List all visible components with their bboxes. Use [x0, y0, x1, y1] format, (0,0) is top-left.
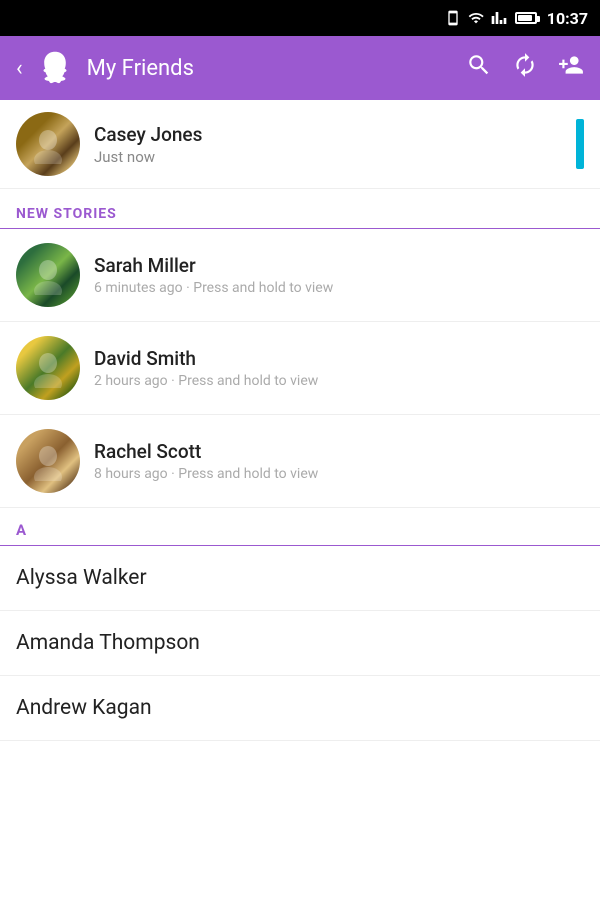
- snapchat-ghost-icon: [37, 50, 73, 86]
- friend-row-alyssa[interactable]: Alyssa Walker: [0, 546, 600, 611]
- search-icon[interactable]: [466, 52, 492, 84]
- snap-indicator: [576, 119, 584, 169]
- add-friend-icon[interactable]: [558, 52, 584, 84]
- toolbar-actions: [466, 52, 584, 84]
- avatar-david: [16, 336, 80, 400]
- new-stories-label: NEW STORIES: [16, 206, 117, 222]
- friend-row-amanda[interactable]: Amanda Thompson: [0, 611, 600, 676]
- alpha-header-a: A: [0, 508, 600, 546]
- story-name-david: David Smith: [94, 347, 584, 370]
- recent-snap-row[interactable]: Casey Jones Just now: [0, 100, 600, 189]
- status-bar: 10:37: [0, 0, 600, 36]
- status-icons: 10:37: [445, 9, 588, 28]
- recent-info: Casey Jones Just now: [94, 123, 568, 166]
- back-button[interactable]: ‹: [16, 56, 23, 81]
- story-time-sarah: 6 minutes ago · Press and hold to view: [94, 280, 584, 296]
- story-row-david[interactable]: David Smith 2 hours ago · Press and hold…: [0, 322, 600, 415]
- content-area: Casey Jones Just now NEW STORIES Sarah M…: [0, 100, 600, 900]
- avatar-rachel: [16, 429, 80, 493]
- recent-time: Just now: [94, 148, 568, 166]
- story-time-rachel: 8 hours ago · Press and hold to view: [94, 466, 584, 482]
- story-info-sarah: Sarah Miller 6 minutes ago · Press and h…: [94, 254, 584, 296]
- story-info-david: David Smith 2 hours ago · Press and hold…: [94, 347, 584, 389]
- friend-name-alyssa: Alyssa Walker: [16, 566, 147, 590]
- avatar-casey: [16, 112, 80, 176]
- battery-icon: [515, 12, 537, 24]
- story-row-sarah[interactable]: Sarah Miller 6 minutes ago · Press and h…: [0, 229, 600, 322]
- story-name-sarah: Sarah Miller: [94, 254, 584, 277]
- new-stories-header: NEW STORIES: [0, 189, 600, 229]
- recent-name: Casey Jones: [94, 123, 568, 146]
- toolbar: ‹ My Friends: [0, 36, 600, 100]
- story-row-rachel[interactable]: Rachel Scott 8 hours ago · Press and hol…: [0, 415, 600, 508]
- refresh-icon[interactable]: [512, 52, 538, 84]
- sim-icon: [445, 10, 461, 26]
- page-title: My Friends: [87, 56, 452, 81]
- friend-row-andrew[interactable]: Andrew Kagan: [0, 676, 600, 741]
- story-info-rachel: Rachel Scott 8 hours ago · Press and hol…: [94, 440, 584, 482]
- wifi-icon: [467, 10, 485, 26]
- friend-name-andrew: Andrew Kagan: [16, 696, 152, 720]
- signal-icon: [491, 10, 507, 26]
- alpha-label-a: A: [16, 521, 26, 539]
- story-time-david: 2 hours ago · Press and hold to view: [94, 373, 584, 389]
- status-time: 10:37: [547, 9, 588, 28]
- story-name-rachel: Rachel Scott: [94, 440, 584, 463]
- friend-name-amanda: Amanda Thompson: [16, 631, 200, 655]
- avatar-sarah: [16, 243, 80, 307]
